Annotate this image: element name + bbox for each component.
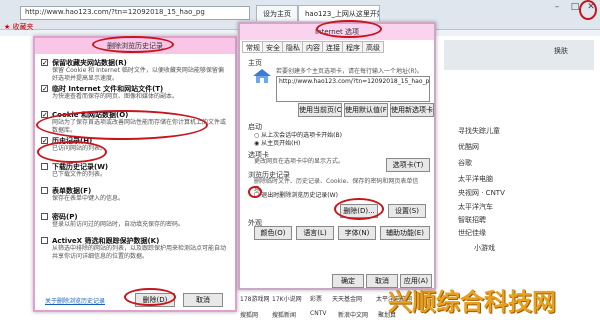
bottom-link[interactable]: 搜狐新闻: [272, 310, 296, 319]
right-link[interactable]: 小游戏: [474, 243, 495, 253]
checkbox-unchecked[interactable]: [41, 213, 48, 220]
history-option-description: 保存在表单中键入的信息。: [52, 195, 125, 202]
checkbox-unchecked[interactable]: [41, 163, 48, 170]
tab-programs[interactable]: 程序: [342, 41, 364, 53]
delete-on-exit-checkbox[interactable]: ☐ 退出时删除浏览历史记录(W): [254, 190, 338, 199]
settings-button[interactable]: 设置(S): [388, 204, 426, 218]
use-current-button[interactable]: 使用当前页(C): [298, 103, 342, 117]
right-panel: 寻找失踪儿童 优酷网 谷歌 太平洋电脑 央视网 · CNTV 太平洋汽车 智联招…: [444, 40, 594, 320]
home-page-icon: [252, 68, 272, 84]
internet-options-dialog: Internet 选项 常规 安全 隐私 内容 连接 程序 高级 主页 若要创建…: [238, 22, 436, 290]
bottom-link[interactable]: 天天基金网: [332, 294, 362, 303]
checkbox-unchecked[interactable]: [41, 237, 48, 244]
tabs-button[interactable]: 选项卡(T): [386, 158, 430, 172]
cookie-highlight-circle: [36, 110, 208, 140]
languages-button[interactable]: 语言(L): [296, 226, 334, 240]
clear-history-dialog: 删除浏览历史记录 ✓ 保留收藏夹网站数据(R) 保留 Cookie 和 Intern…: [33, 36, 237, 312]
bottom-link[interactable]: 新浪中文网: [338, 310, 368, 319]
favorites-label[interactable]: 收藏夹: [13, 23, 34, 31]
right-link[interactable]: 太平洋电脑: [458, 174, 493, 184]
bottom-link[interactable]: 17K小说网: [272, 294, 302, 303]
tab-content[interactable]: 内容: [302, 41, 324, 53]
home-description: 若要创建多个主页选项卡，请在每行输入一个地址(R)。: [276, 68, 423, 75]
checkbox-checked[interactable]: ✓: [41, 59, 48, 67]
history-option-description: 登录以前访问过的网站时，自动填充保存的密码。: [52, 221, 185, 228]
bottom-link[interactable]: 搜狐网: [240, 310, 258, 319]
product-strip: [444, 40, 594, 70]
history-option-description: 已下载文件的列表。: [52, 171, 107, 178]
favorites-bar: ★ 收藏夹: [4, 22, 234, 34]
options-title-highlight-circle: [316, 20, 382, 38]
use-new-tab-button[interactable]: 使用新选项卡(U): [390, 103, 434, 117]
right-link[interactable]: 智联招聘: [458, 215, 486, 225]
bottom-link[interactable]: 178游戏网: [240, 294, 269, 303]
apply-button[interactable]: 应用(A): [400, 274, 432, 288]
right-link[interactable]: 谷歌: [458, 158, 472, 168]
startup-option-home[interactable]: ◉ 从主页开始(H): [254, 138, 300, 147]
checkbox-unchecked[interactable]: [41, 187, 48, 194]
options-tabs: 常规 安全 隐私 内容 连接 程序 高级: [242, 41, 434, 54]
right-link[interactable]: 央视网 · CNTV: [458, 188, 505, 198]
tab-advanced[interactable]: 高级: [362, 41, 384, 53]
colors-button[interactable]: 颜色(O): [254, 226, 292, 240]
startup-option-home-label: 从主页开始(H): [261, 140, 301, 147]
about-delete-link[interactable]: 关于删除浏览历史记录: [45, 296, 105, 305]
history-highlight-circle: [37, 141, 107, 163]
cancel-button[interactable]: 取消: [183, 293, 223, 307]
star-icon: ★: [4, 23, 11, 31]
checkbox-checked[interactable]: ✓: [41, 137, 48, 145]
minimize-icon[interactable]: –: [548, 0, 566, 14]
options-cancel-button[interactable]: 取消: [366, 274, 398, 288]
screenshot-root: { "browser": { "address": "http://www.ha…: [0, 0, 600, 323]
accessibility-button[interactable]: 辅助功能(E): [380, 226, 430, 240]
right-link[interactable]: 世纪佳缘: [458, 228, 486, 238]
fonts-button[interactable]: 字体(N): [338, 226, 376, 240]
tab-security[interactable]: 安全: [262, 41, 284, 53]
history-options: ✓ 保留收藏夹网站数据(R) 保留 Cookie 和 Internet 临时文件，以…: [35, 54, 235, 260]
browser-tab-secondary[interactable]: 设为主页: [256, 5, 298, 21]
title-highlight-circle: [92, 36, 174, 53]
skin-link[interactable]: 换肤: [554, 46, 568, 56]
tabs-description: 更改网页在选项卡中的显示方式。: [254, 158, 345, 165]
close-highlight-circle: [579, 0, 597, 20]
right-link[interactable]: 寻找失踪儿童: [458, 126, 500, 136]
history-option-description: 保留 Cookie 和 Internet 临时文件，以便收藏夹网站能够保留偏好选…: [52, 67, 224, 82]
tab-connections[interactable]: 连接: [322, 41, 344, 53]
bottom-link[interactable]: 彩票: [310, 294, 322, 303]
right-link[interactable]: 优酷网: [458, 142, 479, 152]
home-section-label: 主页: [248, 59, 262, 67]
exit-checkbox-highlight-circle: [248, 186, 262, 198]
delete-history-highlight-circle: [334, 198, 384, 220]
right-link[interactable]: 太平洋汽车: [458, 202, 493, 212]
home-url-textarea[interactable]: http://www.hao123.com/?tn=12092018_15_ha…: [276, 76, 430, 102]
use-default-button[interactable]: 使用默认值(F): [344, 103, 388, 117]
delete-on-exit-label: 退出时删除浏览历史记录(W): [261, 192, 338, 199]
delete-highlight-circle: [124, 288, 176, 306]
history-option-description: 从筛选中排除的网站的列表，以及跟踪保护用来检测站点可能自动共享你访问详细信息的位…: [52, 245, 227, 260]
address-bar[interactable]: http://www.hao123.com/?tn=12092018_15_ha…: [20, 6, 250, 20]
tab-general[interactable]: 常规: [242, 41, 264, 53]
history-option-description: 为快速查看而保存的网页、图像和媒体的副本。: [52, 93, 179, 100]
ok-button[interactable]: 确定: [332, 274, 364, 288]
browser-tab-active[interactable]: hao123_上网从这里开始: [298, 5, 380, 21]
tab-privacy[interactable]: 隐私: [282, 41, 304, 53]
bottom-link[interactable]: CNTV: [310, 310, 326, 317]
checkbox-checked[interactable]: ✓: [41, 85, 48, 93]
